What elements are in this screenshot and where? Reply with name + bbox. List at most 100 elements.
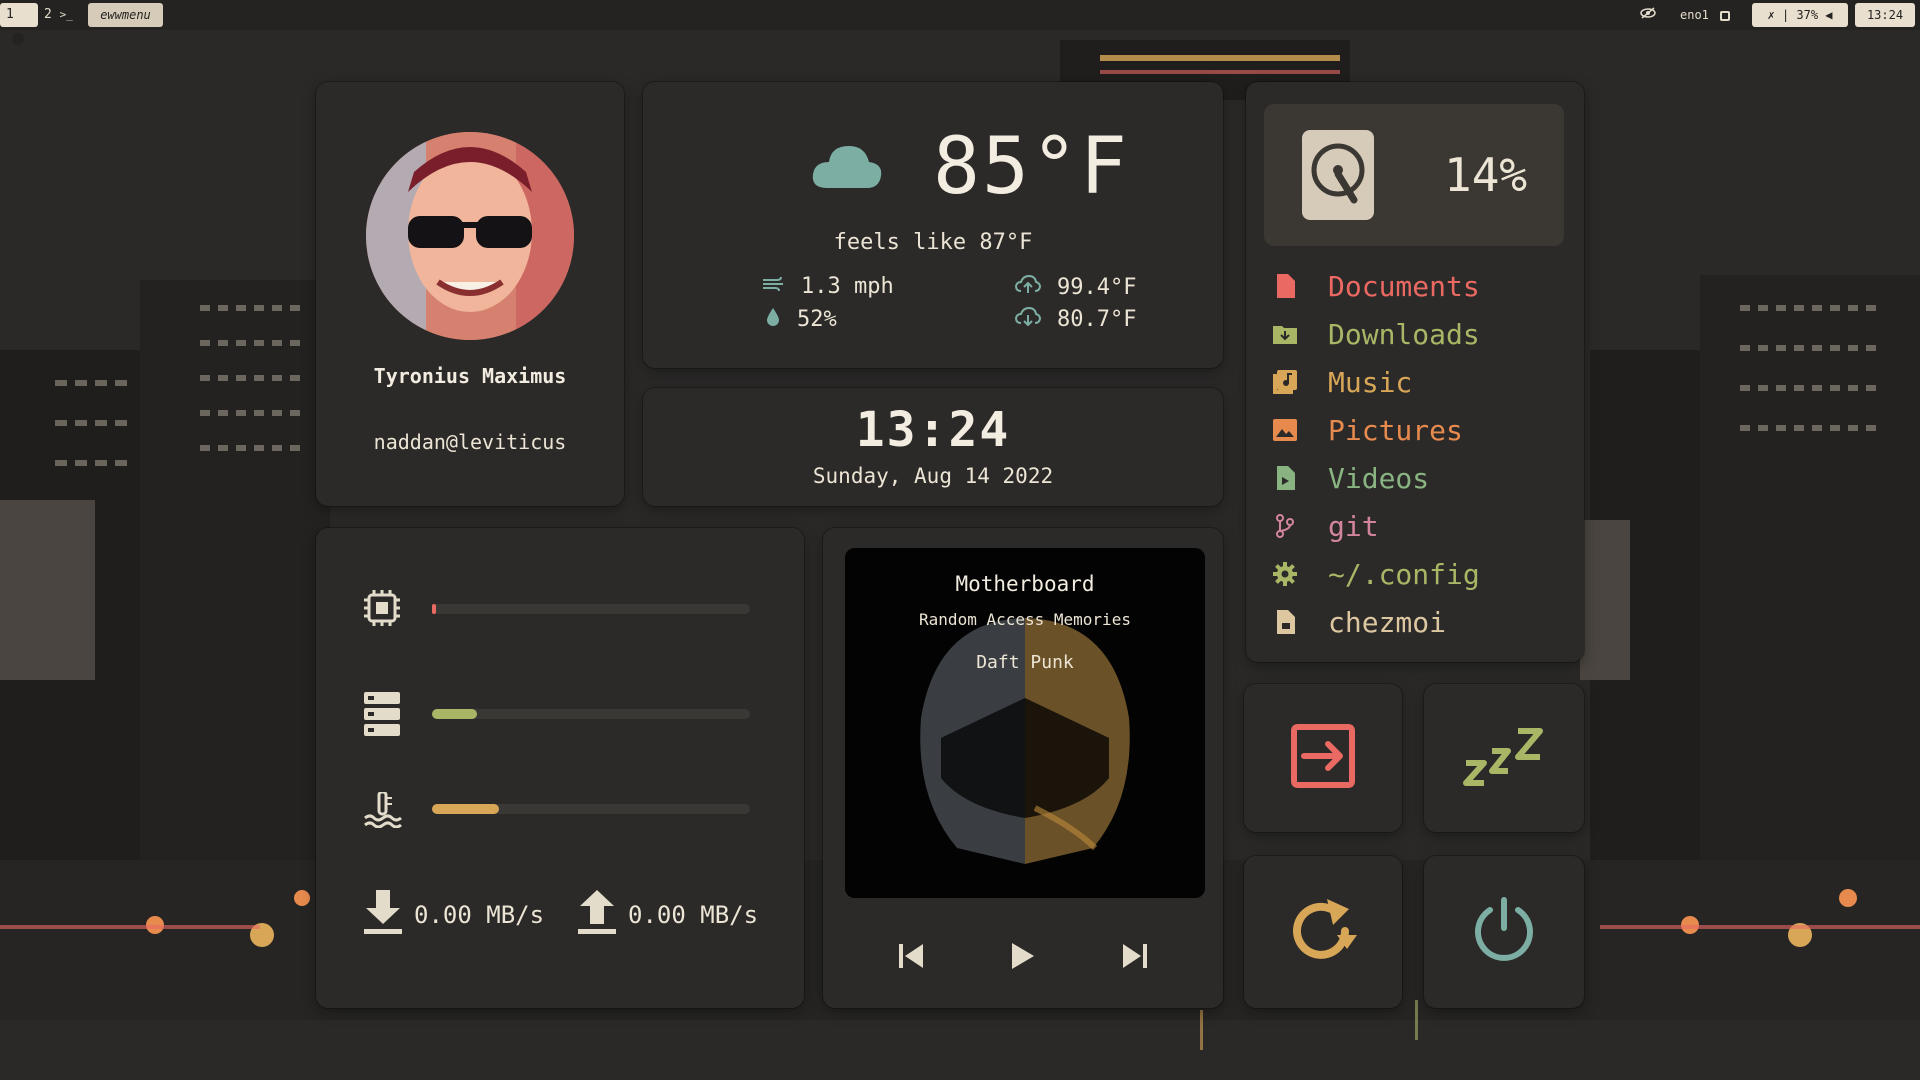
memory-icon (364, 692, 400, 740)
git-branch-icon (1272, 513, 1298, 539)
gear-icon (1272, 561, 1298, 587)
wind-stat: 1.3 mph (761, 274, 894, 299)
high-temp-stat: 99.4°F (1014, 274, 1137, 300)
low-temp: 80.7°F (1057, 306, 1137, 332)
skip-next-icon (1121, 942, 1149, 974)
skip-previous-icon (897, 942, 925, 974)
ethernet-icon (1720, 10, 1731, 21)
privacy-eye-icon[interactable] (1640, 3, 1656, 27)
logout-button[interactable] (1244, 684, 1402, 832)
temperature-row (364, 790, 402, 832)
file-item-label: Documents (1328, 269, 1480, 303)
firefox-icon (12, 32, 24, 45)
cloud-icon (811, 138, 883, 194)
track-artist: Daft Punk (976, 652, 1074, 673)
system-monitor-card: 0.00 MB/s 0.00 MB/s (316, 528, 804, 1008)
next-track-button[interactable] (1105, 928, 1165, 988)
file-item-label: git (1328, 509, 1379, 543)
image-icon (1272, 417, 1298, 443)
file-shortcuts: Documents Downloads Music Pictures Video… (1272, 262, 1572, 646)
disk-usage: 14% (1264, 104, 1564, 246)
workspace-2[interactable]: 2 >_ (44, 3, 73, 27)
download-rate: 0.00 MB/s (364, 890, 544, 940)
status-pill[interactable]: ✗ | 37% ◀ (1752, 3, 1848, 27)
wind-icon (761, 274, 785, 299)
speaker-icon: ◀ (1825, 8, 1833, 22)
document-icon (1272, 273, 1298, 299)
file-item-label: Downloads (1328, 317, 1480, 351)
upload-rate: 0.00 MB/s (578, 890, 758, 940)
file-item-music[interactable]: Music (1272, 358, 1572, 406)
reboot-icon (1287, 895, 1359, 969)
file-item-config[interactable]: ~/.config (1272, 550, 1572, 598)
music-player-card: Motherboard Random Access Memories Daft … (823, 528, 1223, 1008)
play-icon (1010, 941, 1036, 975)
launcher-button[interactable]: ewwmenu (88, 3, 163, 27)
user-name: Tyronius Maximus (373, 364, 567, 388)
file-item-label: ~/.config (1328, 557, 1480, 591)
cpu-icon (364, 590, 400, 630)
music-icon (1272, 369, 1298, 395)
humidity-value: 52% (797, 306, 837, 332)
file-item-videos[interactable]: Videos (1272, 454, 1572, 502)
file-item-label: Videos (1328, 461, 1430, 495)
droplet-icon (765, 306, 781, 332)
file-item-git[interactable]: git (1272, 502, 1572, 550)
download-icon (364, 890, 402, 940)
workspace-1[interactable]: 1 (0, 3, 38, 45)
play-button[interactable] (993, 928, 1053, 988)
video-file-icon (1272, 465, 1298, 491)
user-handle: naddan@leviticus (373, 430, 567, 454)
file-item-label: chezmoi (1328, 605, 1447, 639)
weather-card: 85°F feels like 87°F 1.3 mph 52% 99.4°F … (643, 82, 1223, 368)
file-icon (1272, 609, 1298, 635)
mic-muted-icon: ✗ (1767, 8, 1775, 22)
cloud-down-icon (1014, 306, 1042, 332)
upload-value: 0.00 MB/s (628, 901, 759, 929)
high-temp: 99.4°F (1057, 274, 1137, 300)
avatar (366, 132, 574, 340)
workspace-2-label: 2 (44, 7, 52, 22)
power-button[interactable] (1424, 856, 1584, 1008)
download-value: 0.00 MB/s (414, 901, 545, 929)
logout-icon (1290, 723, 1356, 793)
cloud-up-icon (1014, 274, 1042, 300)
topbar-clock[interactable]: 13:24 (1855, 3, 1915, 27)
cpu-row (364, 590, 400, 630)
file-item-pictures[interactable]: Pictures (1272, 406, 1572, 454)
file-item-downloads[interactable]: Downloads (1272, 310, 1572, 358)
network-indicator[interactable]: eno1 (1680, 3, 1731, 27)
humidity-stat: 52% (765, 306, 837, 332)
memory-row (364, 692, 400, 740)
disk-usage-value: 14% (1444, 148, 1528, 202)
top-bar: 1 2 >_ ewwmenu eno1 ✗ | 37% ◀ 13:24 (0, 0, 1920, 45)
memory-bar (432, 709, 750, 719)
profile-card: Tyronius Maximus naddan@leviticus (316, 82, 624, 506)
workspace-1-label: 1 (6, 7, 14, 22)
track-album: Random Access Memories (919, 610, 1131, 629)
file-item-label: Pictures (1328, 413, 1463, 447)
network-label: eno1 (1680, 8, 1709, 22)
temperature: 85°F (933, 122, 1129, 212)
reboot-button[interactable] (1244, 856, 1402, 1008)
feels-like: feels like 87°F (833, 230, 1033, 255)
memory-bar-fill (432, 709, 477, 719)
album-cover: Motherboard Random Access Memories Daft … (845, 548, 1205, 898)
file-item-chezmoi[interactable]: chezmoi (1272, 598, 1572, 646)
upload-icon (578, 890, 616, 940)
low-temp-stat: 80.7°F (1014, 306, 1137, 332)
wind-speed: 1.3 mph (801, 274, 894, 299)
temperature-bar-fill (432, 804, 499, 814)
previous-track-button[interactable] (881, 928, 941, 988)
sleep-button[interactable] (1424, 684, 1584, 832)
cpu-bar (432, 604, 750, 614)
terminal-icon: >_ (59, 8, 73, 21)
clock-card: 13:24 Sunday, Aug 14 2022 (643, 388, 1223, 506)
clock-date: Sunday, Aug 14 2022 (812, 464, 1054, 488)
harddisk-icon (1302, 130, 1374, 224)
sleep-icon (1462, 725, 1546, 791)
file-item-documents[interactable]: Documents (1272, 262, 1572, 310)
clock-time: 13:24 (855, 402, 1011, 458)
temperature-bar (432, 804, 750, 814)
track-title: Motherboard (955, 572, 1095, 596)
